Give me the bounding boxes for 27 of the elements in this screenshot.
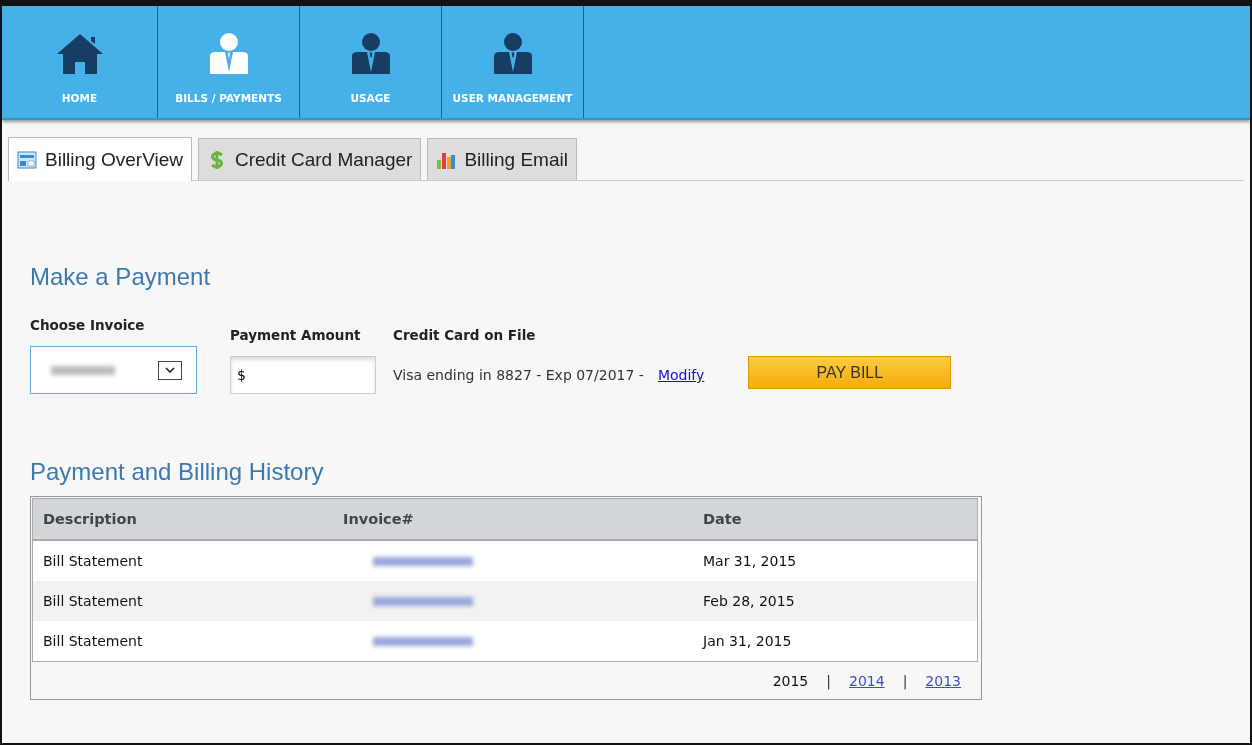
caret-icon [158,360,182,380]
field-label: Choose Invoice [30,317,146,333]
table-cell: Feb 28, 2015 [703,593,795,609]
current-year: 2015 [772,673,809,689]
tab[interactable]: Credit Card Manager [198,138,422,180]
section-title: Payment and Billing History [30,458,325,486]
table-cell: Bill Statement [43,593,143,609]
separator: | [902,673,908,689]
amount-field[interactable]: $ [230,356,376,394]
card-info: Visa ending in 8827 - Exp 07/2017 - [393,367,644,383]
field-label: Payment Amount [230,327,362,343]
modify-link[interactable]: Modify [657,367,705,383]
separator: | [826,673,831,689]
tab[interactable]: Billing Email [427,138,577,180]
pay-bill-button[interactable]: PAY BILL [748,356,952,389]
table-cell: Bill Statement [43,633,143,649]
table-cell: Mar 31, 2015 [703,553,797,569]
tab[interactable]: Billing OverView [8,137,192,181]
year-link[interactable]: 2013 [925,673,961,689]
table-cell: Bill Statement [43,553,143,569]
table-cell: Jan 31, 2015 [703,633,792,649]
window-icon [17,149,37,170]
year-link[interactable]: 2014 [849,673,885,689]
redacted-text [51,365,115,375]
invoice-dropdown[interactable] [30,346,197,394]
field-label: Credit Card on File [393,327,537,343]
section-title: Make a Payment [30,263,212,291]
